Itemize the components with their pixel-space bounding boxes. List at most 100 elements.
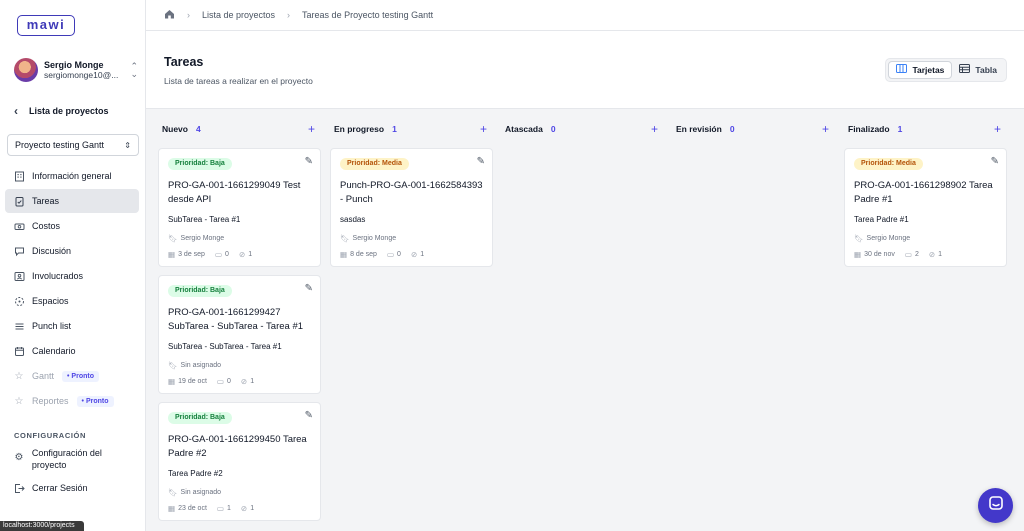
column-en-progreso: En progreso 1 +: [330, 120, 493, 138]
add-task-icon[interactable]: +: [480, 122, 487, 136]
task-title: PRO-GA-001-1661299450 Tarea Padre #2: [168, 434, 307, 459]
paperclip-icon: ⊘: [410, 250, 418, 259]
paperclip-icon: ⊘: [240, 377, 248, 386]
sidebar-item-calendario[interactable]: Calendario: [5, 339, 139, 363]
logout-icon: [13, 482, 25, 494]
calendar-icon: [13, 345, 25, 357]
task-parent: SubTarea - Tarea #1: [168, 215, 241, 224]
spaces-icon: [13, 295, 25, 307]
chat-icon: [988, 495, 1004, 516]
chevron-left-icon: ‹: [14, 104, 18, 118]
calendar-icon: ▦: [854, 250, 862, 259]
column-atascada: Atascada 0 +: [501, 120, 664, 138]
comment-icon: ▭: [216, 377, 224, 386]
task-comments: 2: [914, 251, 919, 258]
task-meta: ▦ 8 de sep ▭ 0 ⊘ 1: [340, 250, 434, 259]
logout-button[interactable]: Cerrar Sesión: [13, 482, 88, 494]
sidebar-item-discusion[interactable]: Discusión: [5, 239, 139, 263]
gear-icon: ⚙: [14, 452, 24, 463]
column-count: 4: [195, 124, 201, 134]
task-attachments: 1: [248, 251, 253, 258]
sidebar-item-informacion-general[interactable]: Información general: [5, 164, 139, 188]
column-count: 0: [550, 124, 556, 134]
task-attachments: 1: [250, 378, 255, 385]
mawi-logo[interactable]: mawi: [17, 15, 75, 36]
clipboard-icon: [13, 195, 25, 207]
view-cards-label: Tarjetas: [912, 65, 945, 75]
sidebar-item-label: Información general: [32, 171, 112, 181]
back-to-projects-link[interactable]: ‹ Lista de proyectos: [14, 104, 109, 118]
column-finalizado: Finalizado 1 +: [844, 120, 1007, 138]
project-select-value: Proyecto testing Gantt: [15, 140, 105, 150]
bookmark-icon: 🔖︎: [854, 234, 864, 243]
page-header: Tareas Lista de tareas a realizar en el …: [146, 31, 1024, 109]
task-assignee: 🔖︎ Sin asignado: [168, 361, 221, 370]
assignee-name: Sergio Monge: [866, 235, 911, 242]
add-task-icon[interactable]: +: [651, 122, 658, 136]
task-comments: 0: [225, 251, 229, 258]
task-card[interactable]: Prioridad: Baja ✎ PRO-GA-001-1661299049 …: [158, 148, 321, 267]
view-cards-button[interactable]: Tarjetas: [888, 61, 953, 79]
edit-icon[interactable]: ✎: [477, 156, 485, 167]
breadcrumb-separator-icon: ›: [187, 10, 190, 20]
coming-soon-badge: Pronto: [76, 395, 114, 407]
chevron-updown-icon: ⇕: [124, 140, 131, 150]
sidebar-item-label: Espacios: [32, 296, 69, 306]
sidebar: mawi Sergio Monge sergiomonge10@... ⌃ ⌄ ‹…: [0, 0, 146, 531]
task-parent: SubTarea - SubTarea - Tarea #1: [168, 342, 282, 351]
user-name: Sergio Monge: [44, 60, 104, 70]
task-attachments: 1: [938, 251, 943, 258]
breadcrumb-projects-link[interactable]: Lista de proyectos: [202, 10, 275, 20]
add-task-icon[interactable]: +: [308, 122, 315, 136]
task-date: 30 de nov: [864, 251, 895, 258]
task-card[interactable]: Prioridad: Media ✎ Punch-PRO-GA-001-1662…: [330, 148, 493, 267]
edit-icon[interactable]: ✎: [305, 156, 313, 167]
column-count: 1: [897, 124, 903, 134]
task-attachments: 1: [250, 505, 255, 512]
sidebar-item-involucrados[interactable]: Involucrados: [5, 264, 139, 288]
sidebar-item-tareas[interactable]: Tareas: [5, 189, 139, 213]
task-card[interactable]: Prioridad: Baja ✎ PRO-GA-001-1661299427 …: [158, 275, 321, 394]
star-icon: ☆: [14, 395, 24, 407]
view-table-button[interactable]: Tabla: [952, 61, 1004, 79]
task-date: 23 de oct: [178, 505, 207, 512]
sidebar-item-punch-list[interactable]: Punch list: [5, 314, 139, 338]
user-switcher[interactable]: Sergio Monge sergiomonge10@... ⌃ ⌄: [14, 57, 138, 83]
sidebar-nav: Información general Tareas Costos Discus…: [5, 164, 139, 414]
task-card[interactable]: Prioridad: Media ✎ PRO-GA-001-1661298902…: [844, 148, 1007, 267]
task-title: PRO-GA-001-1661299049 Test desde API: [168, 180, 301, 205]
comment-icon: ▭: [214, 250, 223, 259]
add-task-icon[interactable]: +: [994, 122, 1001, 136]
comment-icon: ▭: [904, 250, 912, 259]
back-link-label: Lista de proyectos: [29, 106, 109, 116]
sidebar-item-espacios[interactable]: Espacios: [5, 289, 139, 313]
add-task-icon[interactable]: +: [822, 122, 829, 136]
sidebar-item-label: Involucrados: [32, 271, 84, 281]
sidebar-item-configuracion[interactable]: ⚙ Configuración del proyecto: [13, 447, 138, 471]
sidebar-item-label: Configuración del proyecto: [31, 448, 102, 470]
sidebar-item-costos[interactable]: Costos: [5, 214, 139, 238]
list-icon: [13, 320, 25, 332]
paperclip-icon: ⊘: [928, 250, 936, 259]
project-select[interactable]: Proyecto testing Gantt ⇕: [7, 134, 139, 156]
sidebar-item-label: Discusión: [32, 246, 72, 256]
task-meta: ▦ 3 de sep ▭ 0 ⊘ 1: [168, 250, 262, 259]
column-header: En progreso 1 +: [330, 120, 493, 138]
home-icon[interactable]: [164, 9, 175, 22]
bookmark-icon: 🔖︎: [168, 234, 178, 243]
assignee-name: Sin asignado: [180, 489, 222, 496]
chat-button[interactable]: [978, 488, 1013, 523]
task-card[interactable]: Prioridad: Baja ✎ PRO-GA-001-1661299450 …: [158, 402, 321, 521]
chevron-updown-icon: ⌃ ⌄: [130, 61, 138, 79]
edit-icon[interactable]: ✎: [305, 283, 313, 294]
priority-badge: Prioridad: Baja: [168, 412, 232, 424]
chat-icon: [13, 245, 25, 257]
priority-badge: Prioridad: Media: [854, 158, 923, 170]
sidebar-item-label: Tareas: [32, 196, 60, 206]
contacts-icon: [13, 270, 25, 282]
edit-icon[interactable]: ✎: [991, 156, 999, 167]
comment-icon: ▭: [386, 250, 395, 259]
column-title: Nuevo: [162, 124, 188, 134]
column-header: Nuevo 4 +: [158, 120, 321, 138]
edit-icon[interactable]: ✎: [305, 410, 313, 421]
